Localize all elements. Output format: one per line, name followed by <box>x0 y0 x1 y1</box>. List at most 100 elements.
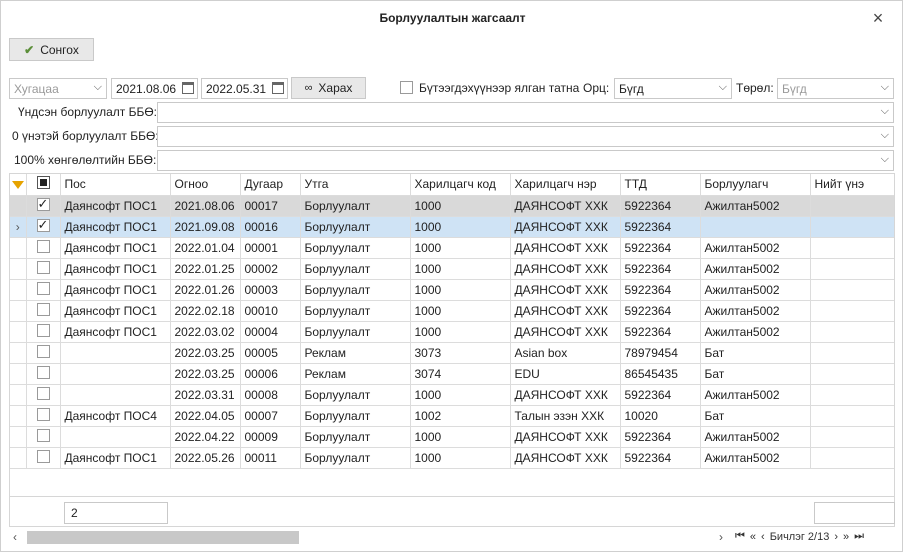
chevron-down-icon: ⌵ <box>880 129 889 141</box>
income-label: Орц: <box>583 81 610 95</box>
row-checkbox[interactable] <box>26 363 61 385</box>
table-row[interactable]: 2022.03.25 00006 Реклам 3074 EDU 86545435 Бат <box>10 363 894 385</box>
row-checkbox[interactable] <box>26 447 61 469</box>
scroll-left-icon[interactable]: ‹ <box>13 530 17 544</box>
row-checkbox[interactable] <box>26 342 61 364</box>
calendar-icon[interactable] <box>272 82 284 94</box>
select-all-checkbox[interactable] <box>26 174 61 196</box>
next-page-fast-icon[interactable]: » <box>843 531 849 543</box>
select-button-label: Сонгох <box>40 42 79 57</box>
table-row[interactable]: Даянсофт ПОС12021.08.0600017Борлуулалт10… <box>10 195 894 217</box>
cell-desc: Борлуулалт <box>300 426 411 448</box>
cell-total <box>810 363 894 385</box>
row-checkbox[interactable] <box>26 426 61 448</box>
cell-total <box>810 342 894 364</box>
row-checkbox[interactable] <box>26 279 61 301</box>
calendar-icon[interactable] <box>182 82 194 94</box>
cell-num: 00011 <box>240 447 301 469</box>
prev-page-icon[interactable]: ‹ <box>761 531 765 543</box>
select-button[interactable]: ✔ Сонгох <box>9 38 94 61</box>
column-header-seller[interactable]: Борлуулагч <box>700 174 811 196</box>
date-to-field[interactable]: 2022.05.31 <box>201 78 288 99</box>
column-header-date[interactable]: Огноо <box>170 174 241 196</box>
cell-desc: Борлуулалт <box>300 279 411 301</box>
full-list-label: Бүтээгдэхүүнээр ялган татна <box>419 81 580 95</box>
date-from-field[interactable]: 2021.08.06 <box>111 78 198 99</box>
page-status: Бичлэг 2/13 <box>769 530 830 543</box>
period-select[interactable]: Хугацаа ⌵ <box>9 78 107 99</box>
cell-ttd: 5922364 <box>620 279 701 301</box>
first-page-icon[interactable]: ⏮ <box>735 530 745 543</box>
type-select[interactable]: Бүгд ⌵ <box>777 78 894 99</box>
filter-icon[interactable] <box>10 174 27 196</box>
table-row[interactable]: Даянсофт ПОС1 2022.03.02 00004 Борлуулалт 10… <box>10 321 894 343</box>
column-header-total[interactable]: Нийт үнэ <box>810 174 894 196</box>
cell-num: 00007 <box>240 405 301 427</box>
horizontal-scrollbar[interactable] <box>27 531 299 544</box>
row-checkbox[interactable] <box>26 258 61 280</box>
cell-pos: Даянсофт ПОС1 <box>60 237 171 259</box>
cell-seller <box>700 216 811 238</box>
cell-date: 2022.03.02 <box>170 321 241 343</box>
cell-seller: Ажилтан5002 <box>700 237 811 259</box>
column-header-customer-name[interactable]: Харилцагч нэр <box>510 174 621 196</box>
column-header-number[interactable]: Дугаар <box>240 174 301 196</box>
table-row[interactable]: 2022.03.31 00008 Борлуулалт 1000 ДАЯНСОФТ ХХ… <box>10 384 894 406</box>
table-row[interactable]: Даянсофт ПОС1 2022.05.26 00011 Борлуулалт 10… <box>10 447 894 469</box>
close-icon[interactable]: × <box>869 9 887 27</box>
row-checkbox[interactable] <box>26 384 61 406</box>
table-row[interactable]: Даянсофт ПОС1 2022.01.26 00003 Борлуулалт 10… <box>10 279 894 301</box>
cell-name: ДАЯНСОФТ ХХК <box>510 447 621 469</box>
cell-num: 00005 <box>240 342 301 364</box>
cell-date: 2022.05.26 <box>170 447 241 469</box>
table-row[interactable]: › Даянсофт ПОС12021.09.0800016Борлуулалт1… <box>10 216 894 238</box>
full-consume-select[interactable]: ⌵ <box>157 150 894 171</box>
cell-code: 1000 <box>410 384 511 406</box>
row-checkbox[interactable] <box>26 195 61 217</box>
cell-date: 2022.02.18 <box>170 300 241 322</box>
zero-vat-select[interactable]: ⌵ <box>157 126 894 147</box>
cell-code: 1000 <box>410 321 511 343</box>
search-button-label: Харах <box>318 81 353 95</box>
cell-code: 1000 <box>410 447 511 469</box>
cell-name: ДАЯНСОФТ ХХК <box>510 216 621 238</box>
cell-num: 00004 <box>240 321 301 343</box>
cell-total <box>810 447 894 469</box>
cell-code: 3074 <box>410 363 511 385</box>
row-checkbox[interactable] <box>26 321 61 343</box>
row-checkbox[interactable] <box>26 300 61 322</box>
row-indicator <box>10 300 27 322</box>
cell-desc: Борлуулалт <box>300 237 411 259</box>
table-row[interactable]: Даянсофт ПОС1 2022.01.04 00001 Борлуулалт 10… <box>10 237 894 259</box>
chevron-down-icon: ⌵ <box>880 153 889 165</box>
cell-ttd: 5922364 <box>620 447 701 469</box>
column-header-description[interactable]: Утга <box>300 174 411 196</box>
row-checkbox[interactable] <box>26 405 61 427</box>
table-row[interactable]: Даянсофт ПОС4 2022.04.05 00007 Борлуулалт 10… <box>10 405 894 427</box>
table-row[interactable]: 2022.03.25 00005 Реклам 3073 Asian box 789794… <box>10 342 894 364</box>
row-indicator <box>10 237 27 259</box>
cell-code: 3073 <box>410 342 511 364</box>
full-list-checkbox[interactable] <box>400 81 413 94</box>
cell-num: 00002 <box>240 258 301 280</box>
next-page-icon[interactable]: › <box>834 531 838 543</box>
main-sales-select[interactable]: ⌵ <box>157 102 894 123</box>
column-header-pos[interactable]: Пос <box>60 174 171 196</box>
type-value: Бүгд <box>782 81 807 96</box>
column-header-customer-code[interactable]: Харилцагч код <box>410 174 511 196</box>
row-checkbox[interactable] <box>26 237 61 259</box>
table-row[interactable]: Даянсофт ПОС1 2022.02.18 00010 Борлуулалт 10… <box>10 300 894 322</box>
search-button[interactable]: ∞ Харах <box>291 77 366 99</box>
scroll-right-icon[interactable]: › <box>719 530 723 544</box>
table-row[interactable]: 2022.04.22 00009 Борлуулалт 1000 ДАЯНСОФТ ХХ… <box>10 426 894 448</box>
income-select[interactable]: Бүгд ⌵ <box>614 78 732 99</box>
type-label: Төрөл: <box>736 81 774 95</box>
prev-page-fast-icon[interactable]: « <box>750 531 756 543</box>
column-header-ttd[interactable]: ТТД <box>620 174 701 196</box>
table-row[interactable]: Даянсофт ПОС1 2022.01.25 00002 Борлуулалт 10… <box>10 258 894 280</box>
cell-desc: Борлуулалт <box>300 195 411 217</box>
cell-pos: Даянсофт ПОС1 <box>60 300 171 322</box>
row-checkbox[interactable] <box>26 216 61 238</box>
cell-pos: Даянсофт ПОС1 <box>60 279 171 301</box>
last-page-icon[interactable]: ⏭ <box>854 530 864 543</box>
